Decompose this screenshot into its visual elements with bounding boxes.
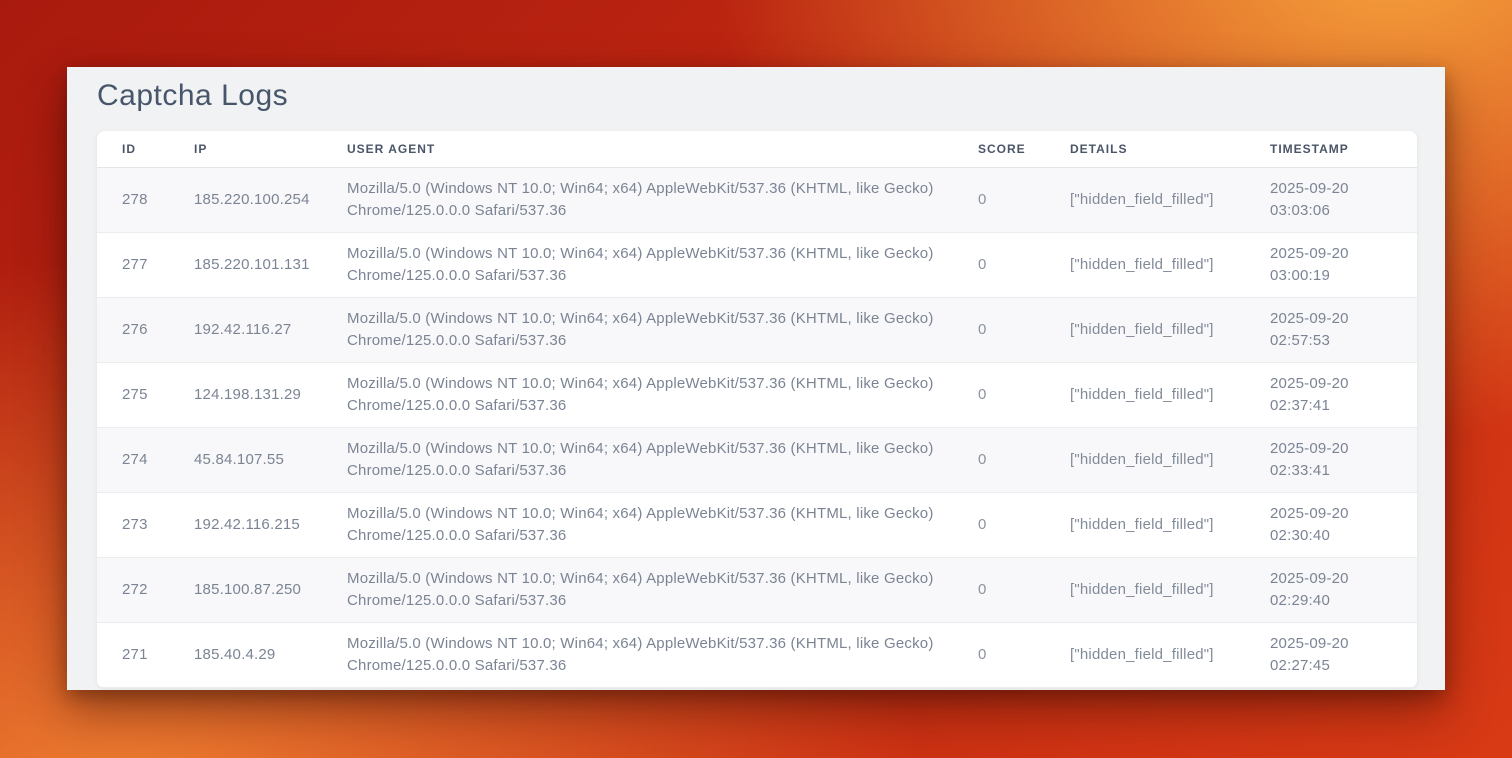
table-row: 272 185.100.87.250 Mozilla/5.0 (Windows … [97,557,1417,622]
column-header-timestamp: TIMESTAMP [1270,131,1417,167]
captcha-logs-table: ID IP USER AGENT SCORE DETAILS TIMESTAMP… [97,131,1417,688]
cell-score: 0 [978,167,1070,232]
cell-details: ["hidden_field_filled"] [1070,232,1270,297]
cell-details: ["hidden_field_filled"] [1070,427,1270,492]
cell-ip: 192.42.116.215 [194,492,347,557]
table-row: 274 45.84.107.55 Mozilla/5.0 (Windows NT… [97,427,1417,492]
cell-id: 276 [97,297,194,362]
cell-ip: 185.40.4.29 [194,622,347,687]
cell-score: 0 [978,232,1070,297]
column-header-details: DETAILS [1070,131,1270,167]
table-row: 277 185.220.101.131 Mozilla/5.0 (Windows… [97,232,1417,297]
table-row: 276 192.42.116.27 Mozilla/5.0 (Windows N… [97,297,1417,362]
cell-details: ["hidden_field_filled"] [1070,622,1270,687]
cell-details: ["hidden_field_filled"] [1070,297,1270,362]
table-body: 278 185.220.100.254 Mozilla/5.0 (Windows… [97,167,1417,687]
table-header-row: ID IP USER AGENT SCORE DETAILS TIMESTAMP [97,131,1417,167]
cell-id: 278 [97,167,194,232]
cell-id: 275 [97,362,194,427]
cell-user-agent: Mozilla/5.0 (Windows NT 10.0; Win64; x64… [347,622,978,687]
cell-ip: 124.198.131.29 [194,362,347,427]
cell-timestamp: 2025-09-20 02:29:40 [1270,557,1417,622]
cell-ip: 185.220.101.131 [194,232,347,297]
cell-score: 0 [978,557,1070,622]
cell-user-agent: Mozilla/5.0 (Windows NT 10.0; Win64; x64… [347,167,978,232]
cell-score: 0 [978,427,1070,492]
cell-user-agent: Mozilla/5.0 (Windows NT 10.0; Win64; x64… [347,362,978,427]
cell-details: ["hidden_field_filled"] [1070,557,1270,622]
page-background: { "page": { "title": "Captcha Logs" }, "… [0,0,1512,758]
table-row: 273 192.42.116.215 Mozilla/5.0 (Windows … [97,492,1417,557]
cell-score: 0 [978,492,1070,557]
cell-timestamp: 2025-09-20 03:00:19 [1270,232,1417,297]
table-row: 275 124.198.131.29 Mozilla/5.0 (Windows … [97,362,1417,427]
cell-timestamp: 2025-09-20 02:33:41 [1270,427,1417,492]
cell-timestamp: 2025-09-20 03:03:06 [1270,167,1417,232]
cell-user-agent: Mozilla/5.0 (Windows NT 10.0; Win64; x64… [347,492,978,557]
cell-id: 271 [97,622,194,687]
cell-id: 277 [97,232,194,297]
table-row: 271 185.40.4.29 Mozilla/5.0 (Windows NT … [97,622,1417,687]
cell-details: ["hidden_field_filled"] [1070,167,1270,232]
cell-ip: 192.42.116.27 [194,297,347,362]
cell-ip: 185.220.100.254 [194,167,347,232]
cell-ip: 185.100.87.250 [194,557,347,622]
cell-timestamp: 2025-09-20 02:57:53 [1270,297,1417,362]
cell-timestamp: 2025-09-20 02:27:45 [1270,622,1417,687]
cell-id: 274 [97,427,194,492]
cell-details: ["hidden_field_filled"] [1070,362,1270,427]
cell-details: ["hidden_field_filled"] [1070,492,1270,557]
captcha-logs-card: Captcha Logs ID IP USER AGENT SCORE DETA… [67,67,1445,690]
cell-user-agent: Mozilla/5.0 (Windows NT 10.0; Win64; x64… [347,557,978,622]
cell-score: 0 [978,297,1070,362]
cell-timestamp: 2025-09-20 02:37:41 [1270,362,1417,427]
column-header-score: SCORE [978,131,1070,167]
column-header-user-agent: USER AGENT [347,131,978,167]
table-header: ID IP USER AGENT SCORE DETAILS TIMESTAMP [97,131,1417,167]
cell-user-agent: Mozilla/5.0 (Windows NT 10.0; Win64; x64… [347,297,978,362]
page-title: Captcha Logs [97,75,1417,117]
cell-score: 0 [978,622,1070,687]
cell-id: 272 [97,557,194,622]
column-header-ip: IP [194,131,347,167]
cell-ip: 45.84.107.55 [194,427,347,492]
column-header-id: ID [97,131,194,167]
table-row: 278 185.220.100.254 Mozilla/5.0 (Windows… [97,167,1417,232]
cell-user-agent: Mozilla/5.0 (Windows NT 10.0; Win64; x64… [347,427,978,492]
cell-user-agent: Mozilla/5.0 (Windows NT 10.0; Win64; x64… [347,232,978,297]
cell-score: 0 [978,362,1070,427]
cell-timestamp: 2025-09-20 02:30:40 [1270,492,1417,557]
captcha-logs-table-container: ID IP USER AGENT SCORE DETAILS TIMESTAMP… [97,131,1417,688]
cell-id: 273 [97,492,194,557]
